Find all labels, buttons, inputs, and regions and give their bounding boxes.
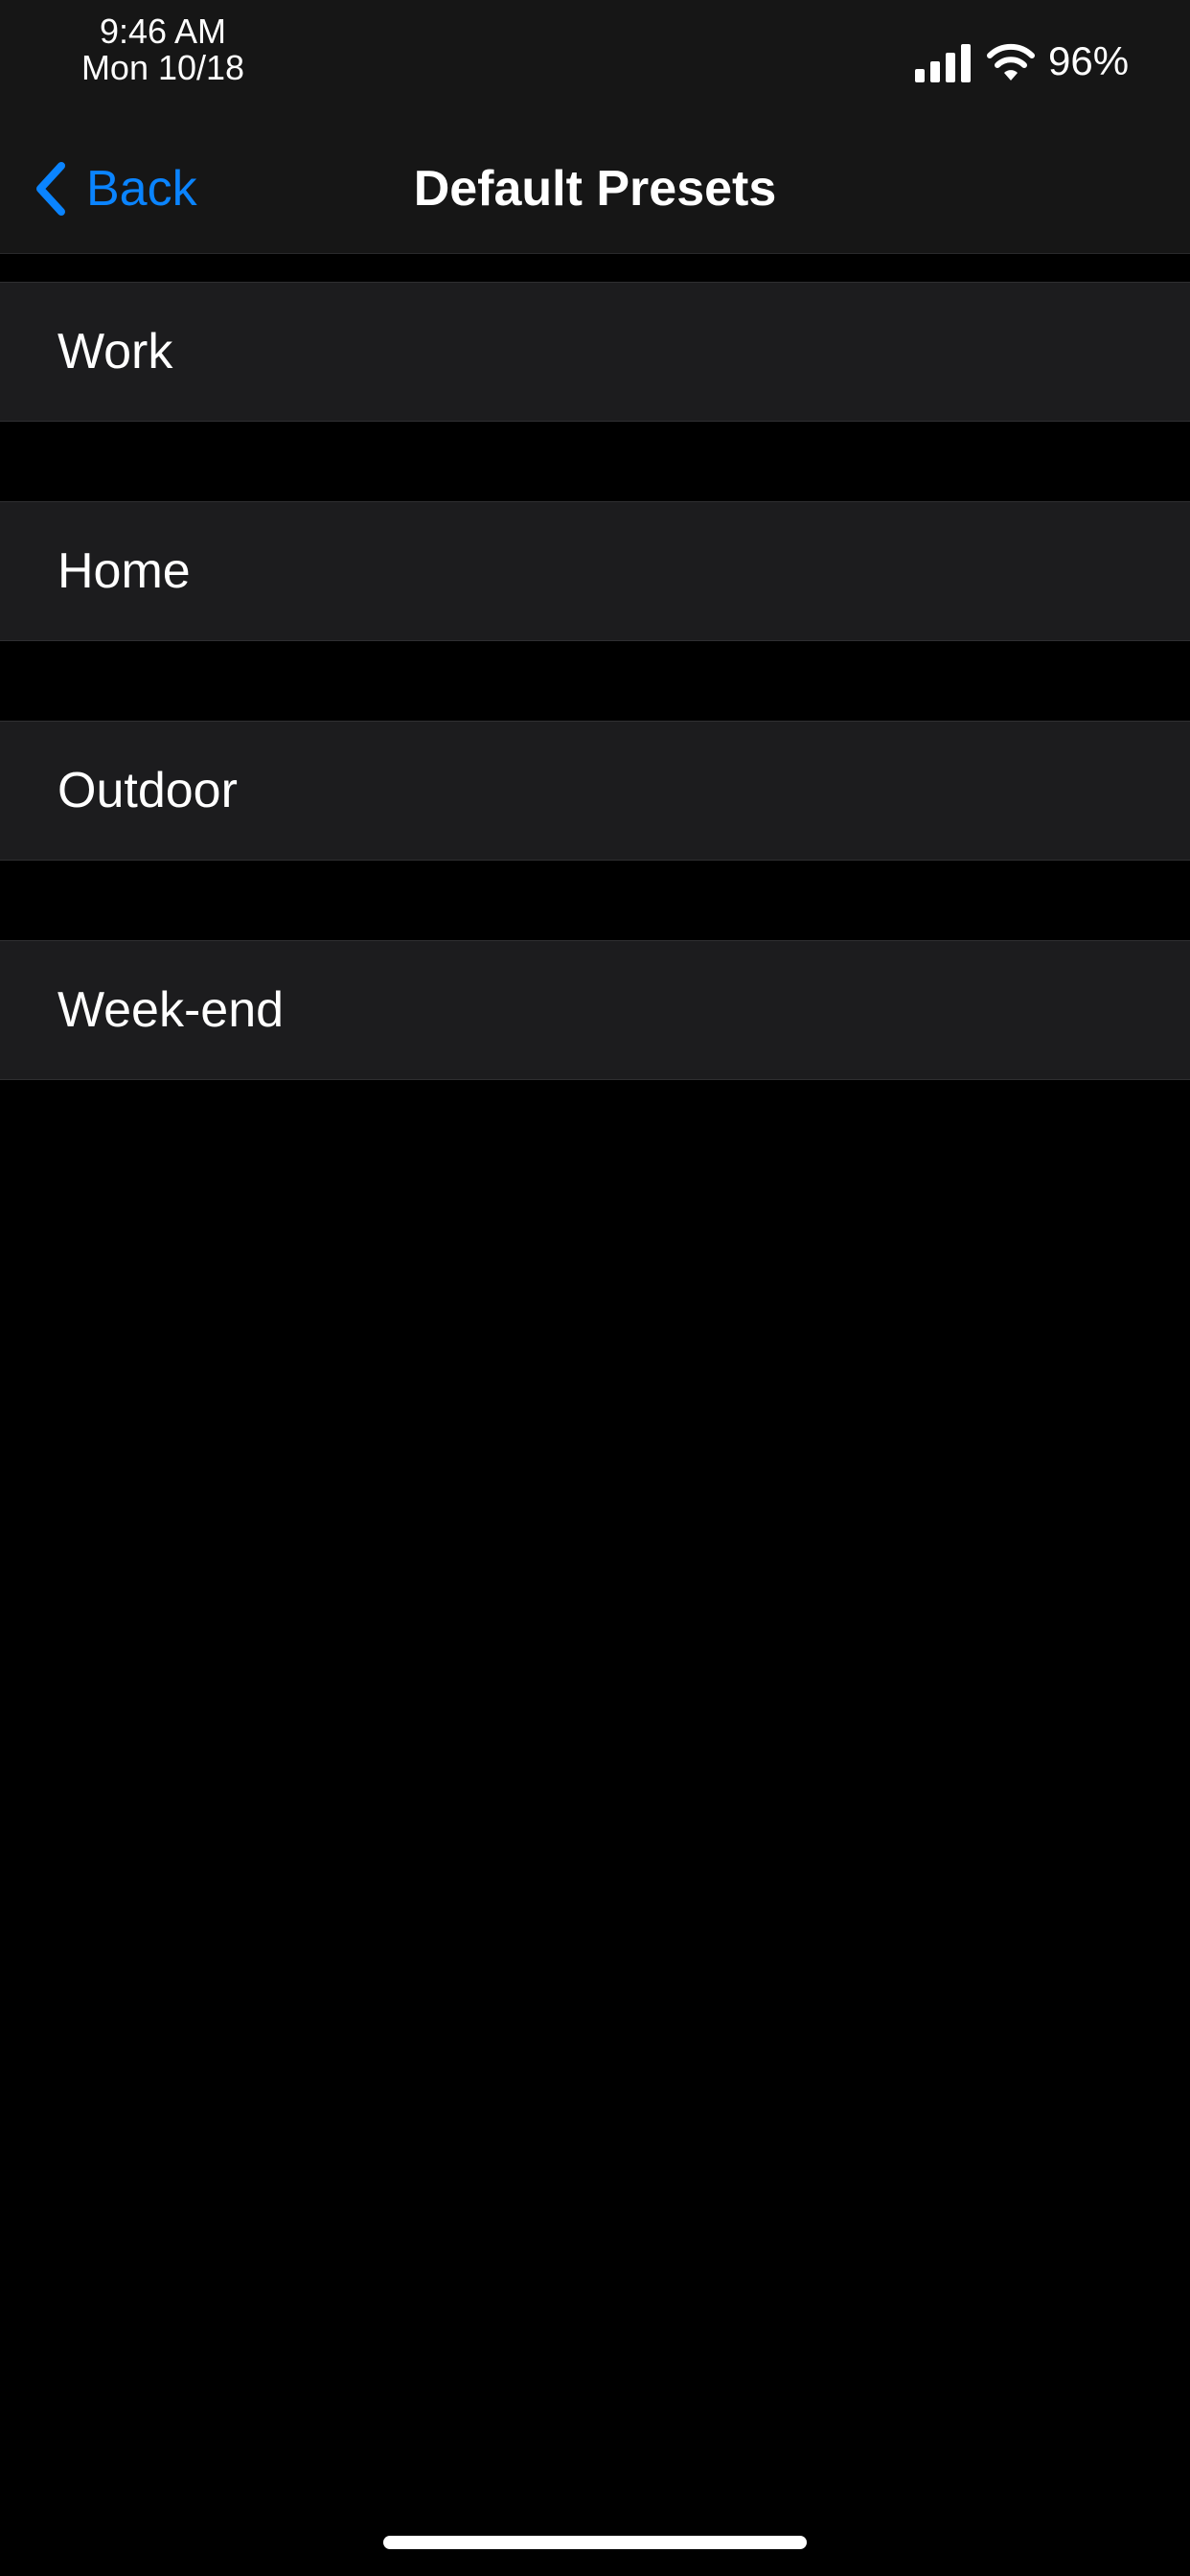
preset-label: Home bbox=[57, 543, 191, 599]
status-date: Mon 10/18 bbox=[80, 48, 245, 87]
wifi-icon bbox=[987, 43, 1035, 80]
navigation-header: 9:46 AM Mon 10/18 96% Back Default Prese… bbox=[0, 0, 1190, 254]
preset-label: Week-end bbox=[57, 982, 285, 1038]
preset-row-work[interactable]: Work bbox=[0, 282, 1190, 422]
status-time: 9:46 AM bbox=[99, 12, 227, 51]
home-indicator[interactable] bbox=[383, 2536, 807, 2549]
preset-label: Work bbox=[57, 324, 173, 380]
battery-percentage: 96% bbox=[1048, 38, 1130, 83]
preset-row-home[interactable]: Home bbox=[0, 501, 1190, 641]
preset-row-outdoor[interactable]: Outdoor bbox=[0, 721, 1190, 861]
signal-icon bbox=[915, 44, 971, 82]
preset-row-week-end[interactable]: Week-end bbox=[0, 940, 1190, 1080]
preset-label: Outdoor bbox=[57, 763, 238, 818]
page-title: Default Presets bbox=[413, 161, 777, 217]
